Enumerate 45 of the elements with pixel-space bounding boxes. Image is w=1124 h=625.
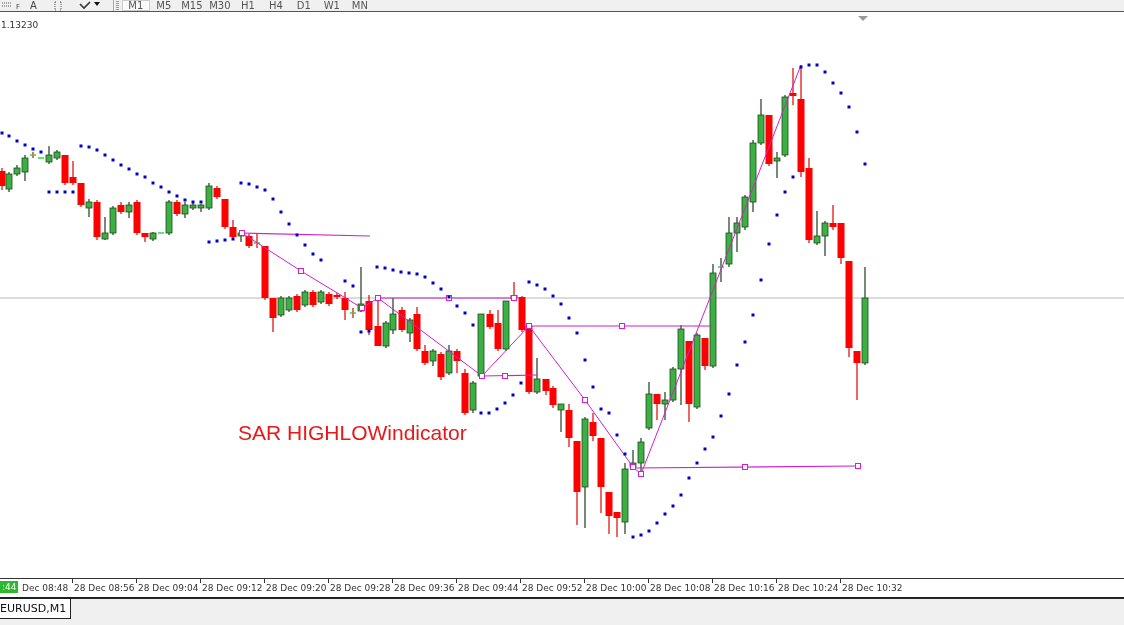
pivot-marker — [582, 397, 588, 403]
checkmark-icon — [78, 1, 101, 10]
timeframe-button[interactable]: M5 — [149, 0, 178, 11]
pivot-marker — [630, 464, 636, 470]
chart-tab[interactable]: EURUSD,M1 — [0, 599, 72, 619]
pivot-marker — [375, 295, 381, 301]
chart-shift-icon — [858, 16, 868, 21]
pivot-marker — [359, 305, 365, 311]
time-axis-label: 28 Dec 10:32 — [840, 579, 904, 594]
timeframe-button[interactable]: D1 — [289, 0, 318, 11]
timeframe-button[interactable]: M1 — [121, 0, 150, 11]
timeframe-button[interactable]: H4 — [261, 0, 290, 11]
pivot-marker — [742, 464, 748, 470]
pivot-marker — [502, 373, 508, 379]
pivot-marker — [479, 373, 485, 379]
current-time-marker: :44 — [0, 581, 18, 593]
pivot-marker — [638, 471, 644, 477]
pivot-marker — [239, 230, 245, 236]
time-axis-label: 28 Dec 09:20 — [264, 579, 328, 594]
time-axis-label: 28 Dec 09:36 — [392, 579, 456, 594]
time-axis-label: 28 Dec 09:04 — [136, 579, 200, 594]
chart-caption: SAR HIGHLOWindicator — [238, 421, 467, 445]
timeframe-button[interactable]: W1 — [317, 0, 346, 11]
time-axis-label: Dec 08:48 — [21, 582, 70, 594]
time-axis-label: 28 Dec 10:08 — [648, 579, 712, 594]
pivot-marker — [619, 323, 625, 329]
timeframe-button[interactable]: M30 — [205, 0, 234, 11]
pivot-marker — [511, 295, 517, 301]
timeframe-button[interactable]: M15 — [177, 0, 206, 11]
time-axis-label: 28 Dec 09:28 — [328, 579, 392, 594]
time-axis-label: 28 Dec 09:52 — [520, 579, 584, 594]
pivot-marker — [298, 268, 304, 274]
timeframe-button[interactable]: MN — [345, 0, 374, 11]
text-tool[interactable]: A — [26, 0, 41, 11]
time-axis-label: 28 Dec 10:24 — [776, 579, 840, 594]
price-label: 1.13230 — [1, 20, 39, 30]
timeframe-button[interactable]: H1 — [233, 0, 262, 11]
pivot-marker — [855, 463, 861, 469]
time-axis-label: 28 Dec 09:44 — [456, 579, 520, 594]
time-axis-label: 28 Dec 09:12 — [200, 579, 264, 594]
toolbar-grip[interactable] — [115, 1, 119, 10]
pivot-marker — [526, 323, 532, 329]
time-axis-label: 28 Dec 08:56 — [72, 579, 136, 594]
time-axis-label: 28 Dec 10:16 — [712, 579, 776, 594]
time-axis-label: 28 Dec 10:00 — [584, 579, 648, 594]
